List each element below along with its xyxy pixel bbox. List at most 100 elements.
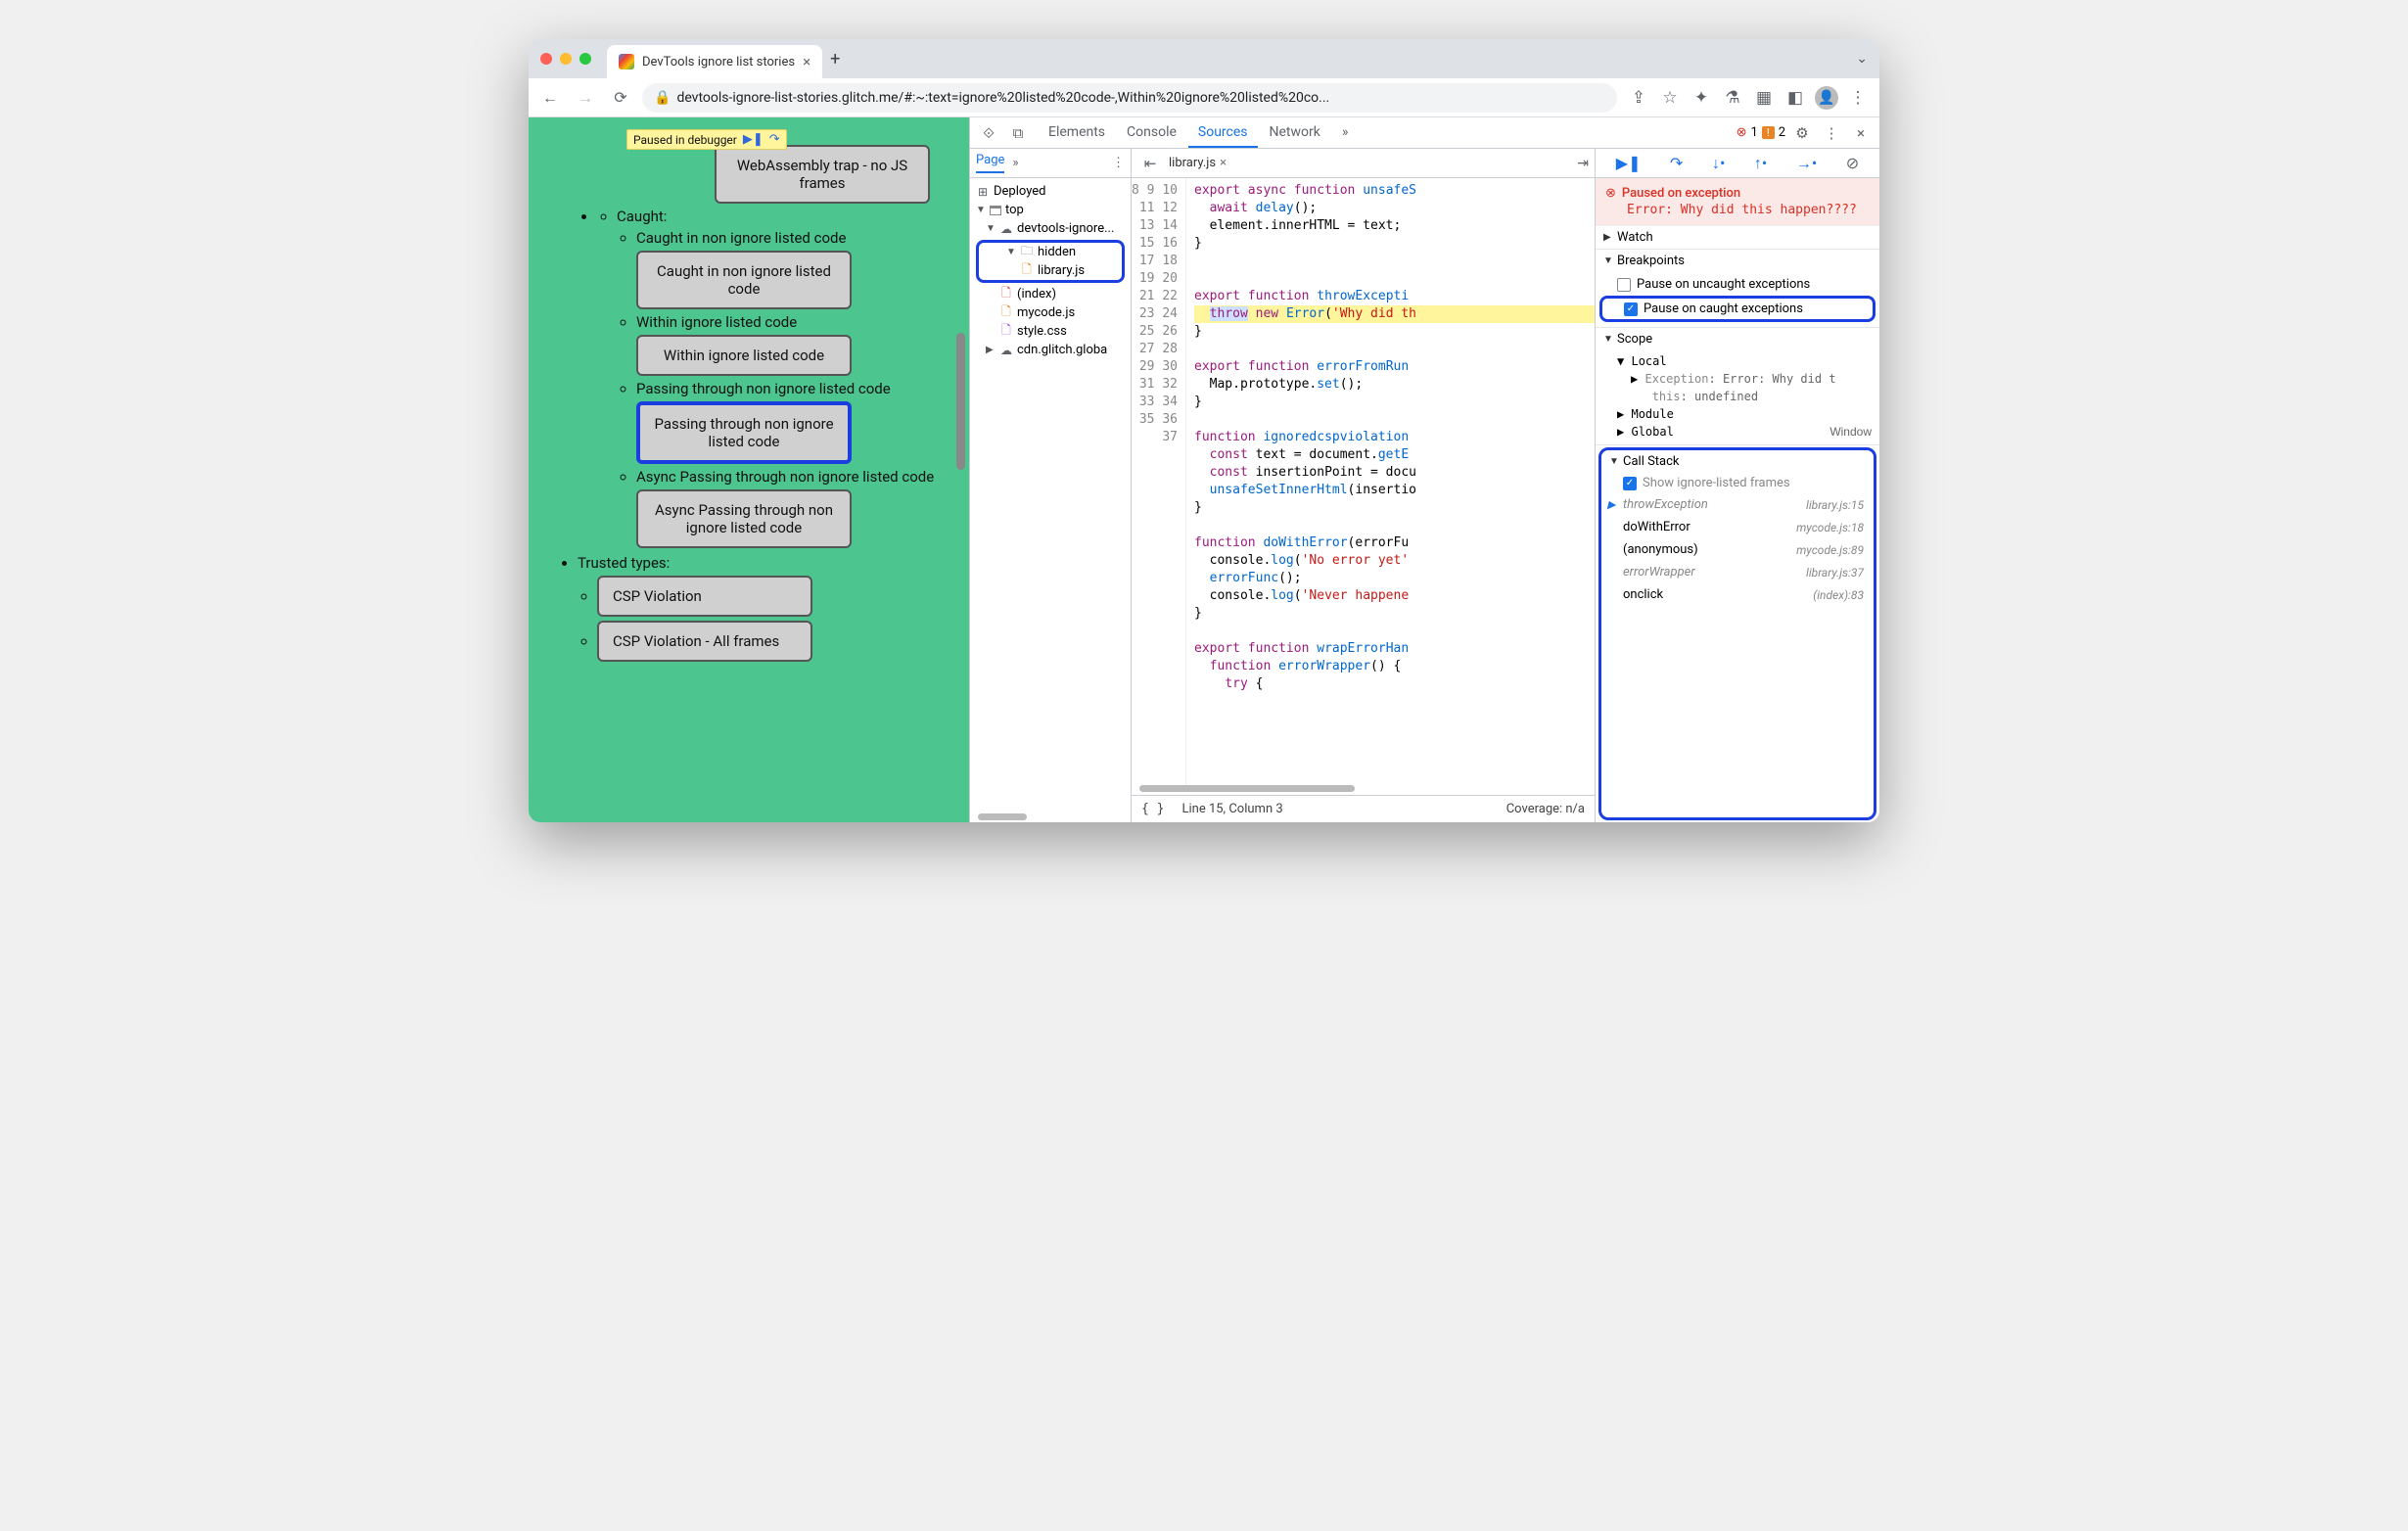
window-minimize-button[interactable] xyxy=(560,53,572,65)
tree-cdn[interactable]: ▶☁cdn.glitch.globa xyxy=(972,341,1129,359)
new-tab-button[interactable]: + xyxy=(830,49,840,70)
step-out-button[interactable]: ↑• xyxy=(1754,154,1767,173)
window-zoom-button[interactable] xyxy=(579,53,591,65)
scope-section[interactable]: ▼Scope xyxy=(1596,328,1879,350)
call-stack-frame[interactable]: onclick(index):83 xyxy=(1601,583,1874,606)
extension-icon[interactable]: ▦ xyxy=(1750,84,1778,112)
tree-top[interactable]: ▼top xyxy=(972,201,1129,219)
caught-non-button[interactable]: Caught in non ignore listed code xyxy=(636,251,852,309)
sources-navigator: Page » ⋮ ⊞Deployed ▼top ▼☁devtools-ignor… xyxy=(970,149,1132,822)
file-tab-close-button[interactable]: × xyxy=(1220,156,1227,170)
chrome-menu-button[interactable]: ⋮ xyxy=(1844,84,1872,112)
back-button[interactable]: ← xyxy=(536,84,564,112)
navigator-scrollbar[interactable] xyxy=(978,813,1027,820)
browser-tab[interactable]: DevTools ignore list stories × xyxy=(607,45,822,78)
error-circle-icon: ⊗ xyxy=(1605,186,1616,201)
reload-button[interactable]: ⟳ xyxy=(607,84,634,112)
resume-icon[interactable]: ▶❚ xyxy=(743,132,764,147)
pretty-print-button[interactable]: { } xyxy=(1141,802,1164,816)
settings-button[interactable]: ⚙ xyxy=(1789,120,1815,146)
pause-caught-checkbox[interactable]: ✓Pause on caught exceptions xyxy=(1602,299,1873,319)
toggle-navigator-button[interactable]: ⇤ xyxy=(1137,151,1163,176)
watch-section[interactable]: ▶Watch xyxy=(1596,226,1879,249)
extension-icon-2[interactable]: ◧ xyxy=(1782,84,1809,112)
tree-hidden-folder[interactable]: ▼🗀hidden xyxy=(979,243,1122,261)
step-over-button[interactable]: ↷ xyxy=(1670,154,1683,172)
call-stack-section: ▼Call Stack ✓Show ignore-listed frames ▶… xyxy=(1598,447,1876,820)
tree-origin[interactable]: ▼☁devtools-ignore... xyxy=(972,219,1129,238)
wasm-trap-button[interactable]: WebAssembly trap - no JS frames xyxy=(715,145,930,204)
forward-button[interactable]: → xyxy=(572,84,599,112)
deactivate-breakpoints-button[interactable]: ⊘ xyxy=(1846,154,1859,172)
toggle-debugger-button[interactable]: ⇥ xyxy=(1577,156,1589,171)
tab-network[interactable]: Network xyxy=(1260,118,1330,148)
pause-banner: ⊗Paused on exception Error: Why did this… xyxy=(1596,178,1879,226)
editor-scrollbar[interactable] xyxy=(1139,785,1355,792)
line-gutter[interactable]: 8 9 10 11 12 13 14 15 16 17 18 19 20 21 … xyxy=(1132,178,1186,785)
code-editor[interactable]: export async function unsafeS await dela… xyxy=(1186,178,1595,785)
error-icon[interactable]: ⊗ xyxy=(1737,125,1747,140)
navigator-menu-button[interactable]: ⋮ xyxy=(1112,156,1125,170)
tree-index[interactable]: 🗋(index) xyxy=(972,285,1129,303)
step-button[interactable]: →• xyxy=(1796,154,1817,173)
scope-module[interactable]: ▶ Module xyxy=(1596,405,1879,423)
csp-violation-all-button[interactable]: CSP Violation - All frames xyxy=(597,621,812,662)
frame-name: throwException xyxy=(1623,497,1708,512)
call-stack-frame[interactable]: ▶throwExceptionlibrary.js:15 xyxy=(1601,493,1874,516)
tab-close-button[interactable]: × xyxy=(803,53,810,70)
paused-in-debugger-overlay: Paused in debugger ▶❚ ↷ xyxy=(626,129,787,150)
devtools-close-button[interactable]: × xyxy=(1848,120,1874,146)
step-into-button[interactable]: ↓• xyxy=(1712,154,1725,173)
tab-sources[interactable]: Sources xyxy=(1188,118,1258,148)
call-stack-frame[interactable]: (anonymous)mycode.js:89 xyxy=(1601,538,1874,561)
call-stack-frame[interactable]: errorWrapperlibrary.js:37 xyxy=(1601,561,1874,583)
html-file-icon: 🗋 xyxy=(999,288,1013,302)
tree-style[interactable]: 🗋style.css xyxy=(972,322,1129,341)
csp-violation-button[interactable]: CSP Violation xyxy=(597,576,812,617)
profile-button[interactable]: 👤 xyxy=(1813,84,1840,112)
inspect-element-button[interactable]: ⟐ xyxy=(976,120,1001,146)
devtools-menu-button[interactable]: ⋮ xyxy=(1819,120,1844,146)
scope-exception[interactable]: ▶ Exception: Error: Why did t xyxy=(1596,370,1879,388)
warning-count: 2 xyxy=(1779,125,1785,140)
debugger-sidebar: ▶❚ ↷ ↓• ↑• →• ⊘ ⊗Paused on exception Err… xyxy=(1596,149,1879,822)
window-icon xyxy=(990,206,1001,215)
frame-location: library.js:15 xyxy=(1806,498,1864,512)
step-over-icon[interactable]: ↷ xyxy=(769,132,780,147)
bookmark-button[interactable]: ☆ xyxy=(1656,84,1684,112)
tabs-overflow-button[interactable]: » xyxy=(1332,118,1359,148)
window-close-button[interactable] xyxy=(540,53,552,65)
tree-library-js[interactable]: 🗋library.js xyxy=(979,261,1122,280)
js-file-icon: 🗋 xyxy=(1020,264,1034,278)
editor-status-bar: { } Line 15, Column 3 Coverage: n/a xyxy=(1132,795,1595,822)
call-stack-header[interactable]: ▼Call Stack xyxy=(1601,450,1874,473)
show-ignored-checkbox[interactable]: ✓Show ignore-listed frames xyxy=(1601,473,1874,493)
file-tab-library[interactable]: library.js × xyxy=(1169,156,1227,170)
error-count: 1 xyxy=(1751,125,1758,140)
resume-button[interactable]: ▶❚ xyxy=(1616,154,1642,172)
extensions-button[interactable]: ✦ xyxy=(1688,84,1715,112)
call-stack-frame[interactable]: doWithErrormycode.js:18 xyxy=(1601,516,1874,538)
frame-name: (anonymous) xyxy=(1623,542,1698,557)
pause-uncaught-checkbox[interactable]: Pause on uncaught exceptions xyxy=(1596,274,1879,295)
labs-button[interactable]: ⚗ xyxy=(1719,84,1746,112)
tree-mycode[interactable]: 🗋mycode.js xyxy=(972,303,1129,322)
scope-global[interactable]: ▶ GlobalWindow xyxy=(1596,423,1879,441)
async-passing-button[interactable]: Async Passing through non ignore listed … xyxy=(636,489,852,548)
breakpoints-section[interactable]: ▼Breakpoints xyxy=(1596,250,1879,272)
share-button[interactable]: ⇪ xyxy=(1625,84,1652,112)
within-button[interactable]: Within ignore listed code xyxy=(636,335,852,376)
page-scrollbar[interactable] xyxy=(956,333,965,470)
warning-icon[interactable]: ! xyxy=(1762,126,1775,139)
passing-button[interactable]: Passing through non ignore listed code xyxy=(636,401,852,464)
scope-local[interactable]: ▼ Local xyxy=(1596,352,1879,370)
page-subtab[interactable]: Page xyxy=(976,153,1004,173)
tab-elements[interactable]: Elements xyxy=(1039,118,1115,148)
device-toolbar-button[interactable]: ⧉ xyxy=(1005,120,1031,146)
navigator-overflow-button[interactable]: » xyxy=(1012,156,1018,170)
tab-console[interactable]: Console xyxy=(1117,118,1186,148)
tree-deployed[interactable]: ⊞Deployed xyxy=(972,182,1129,201)
address-bar[interactable]: 🔒 devtools-ignore-list-stories.glitch.me… xyxy=(642,83,1617,113)
checkbox-icon xyxy=(1617,278,1631,292)
tab-overflow-button[interactable]: ⌄ xyxy=(1856,51,1868,67)
